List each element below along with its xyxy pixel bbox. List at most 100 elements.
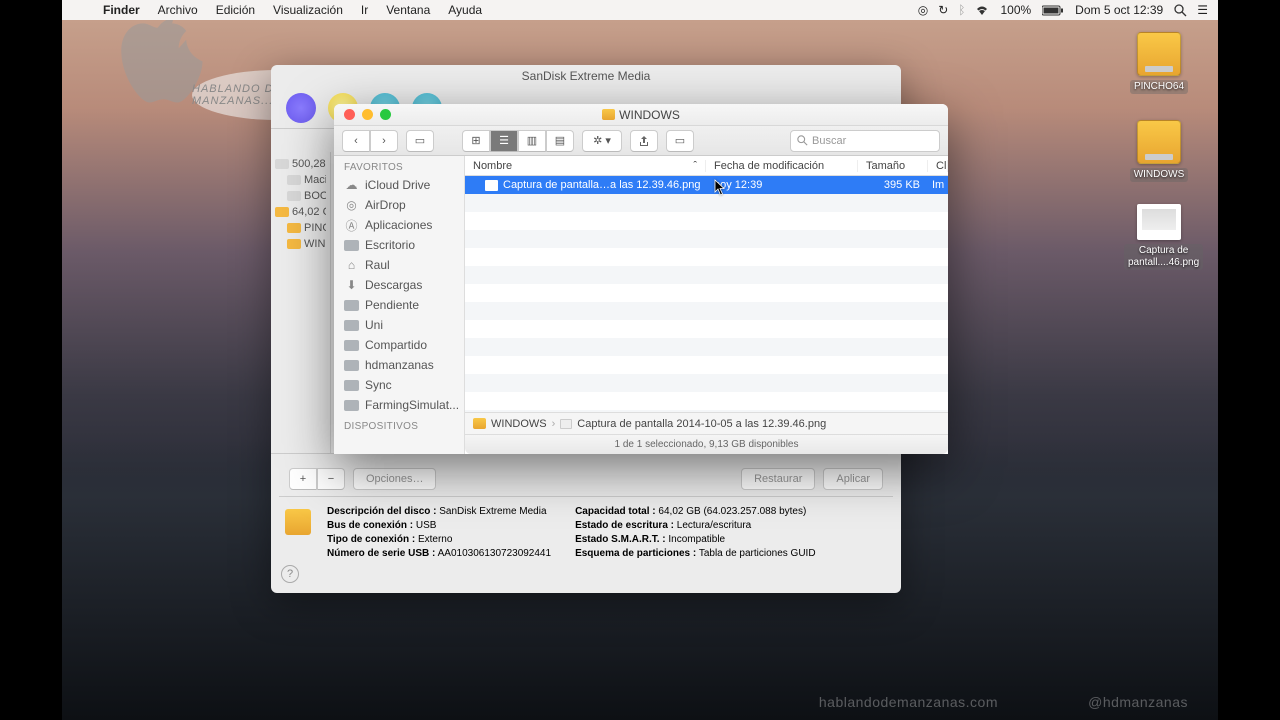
notifications-icon[interactable]: ☰ [1192, 3, 1218, 17]
volume-label: PINCHO64 [1130, 80, 1188, 94]
bg-volume[interactable]: PINCH [275, 220, 326, 236]
menu-ventana[interactable]: Ventana [377, 3, 439, 17]
menu-ir[interactable]: Ir [352, 3, 377, 17]
sidebar-item-folder[interactable]: FarmingSimulat... [334, 395, 464, 415]
sidebar-section-devices: Dispositivos [334, 415, 464, 434]
desktop-volume-windows[interactable]: WINDOWS [1124, 120, 1194, 182]
sidebar-item-folder[interactable]: hdmanzanas [334, 355, 464, 375]
path-bar[interactable]: WINDOWS › Captura de pantalla 2014-10-05… [465, 412, 948, 434]
app-menu[interactable]: Finder [94, 3, 149, 17]
sidebar-item-downloads[interactable]: ⬇Descargas [334, 275, 464, 295]
list-view-button[interactable]: ☰ [490, 130, 518, 152]
volume-label: WINDOWS [1130, 168, 1189, 182]
airdrop-icon: ◎ [344, 199, 359, 212]
zoom-button[interactable] [380, 109, 391, 120]
downloads-icon: ⬇ [344, 279, 359, 292]
search-input[interactable]: Buscar [790, 130, 940, 152]
bg-volume[interactable]: BOOTC [275, 188, 326, 204]
bluetooth-icon[interactable]: ᛒ [953, 3, 970, 17]
finder-window[interactable]: WINDOWS ‹ › ▭ ⊞ ☰ ▥ ▤ ✲ ▾ ▭ Buscar [334, 104, 948, 454]
info-icon[interactable] [286, 93, 316, 123]
desktop-screenshot-file[interactable]: Captura depantall....46.png [1124, 204, 1194, 270]
close-button[interactable] [344, 109, 355, 120]
file-label: Captura depantall....46.png [1124, 244, 1203, 270]
battery-percent[interactable]: 100% [994, 3, 1037, 17]
sidebar-item-folder[interactable]: Pendiente [334, 295, 464, 315]
external-drive-icon [1137, 120, 1181, 164]
menu-ayuda[interactable]: Ayuda [439, 3, 491, 17]
column-header-name[interactable]: Nombreˆ [465, 160, 706, 172]
image-thumbnail-icon [1137, 204, 1181, 240]
column-view-button[interactable]: ▥ [518, 130, 546, 152]
minimize-button[interactable] [362, 109, 373, 120]
sidebar-item-applications[interactable]: ⒶAplicaciones [334, 215, 464, 235]
folder-icon [344, 240, 359, 251]
disk-info-right: Capacidad total : 64,02 GB (64.023.257.0… [575, 505, 816, 561]
folder-icon [344, 360, 359, 371]
external-drive-icon [285, 509, 311, 535]
bg-volume[interactable]: WINDO [275, 236, 326, 252]
path-button[interactable]: ▭ [406, 130, 434, 152]
wifi-icon[interactable] [970, 5, 994, 16]
file-kind: Im [928, 179, 948, 191]
file-list[interactable]: Captura de pantalla…a las 12.39.46.png h… [465, 176, 948, 412]
file-date: hoy 12:39 [706, 179, 858, 191]
sidebar-item-icloud[interactable]: ☁iCloud Drive [334, 175, 464, 195]
back-button[interactable]: ‹ [342, 130, 370, 152]
sidebar-item-desktop[interactable]: Escritorio [334, 235, 464, 255]
restore-button[interactable]: Restaurar [741, 468, 815, 490]
file-name: Captura de pantalla…a las 12.39.46.png [503, 179, 701, 191]
menu-archivo[interactable]: Archivo [149, 3, 207, 17]
folder-icon [344, 300, 359, 311]
file-size: 395 KB [858, 179, 928, 191]
search-icon [797, 135, 808, 146]
menu-edicion[interactable]: Edición [207, 3, 264, 17]
status-tray[interactable]: ◎ [913, 3, 933, 17]
bg-bottom-panel: + − Opciones… Restaurar Aplicar Descripc… [271, 453, 901, 593]
finder-toolbar: ‹ › ▭ ⊞ ☰ ▥ ▤ ✲ ▾ ▭ Buscar [334, 126, 948, 156]
bg-disk-group[interactable]: 500,28 GB [275, 156, 326, 172]
column-header-kind[interactable]: Cl [928, 160, 948, 172]
coverflow-view-button[interactable]: ▤ [546, 130, 574, 152]
finder-sidebar: Favoritos ☁iCloud Drive ◎AirDrop ⒶAplica… [334, 156, 465, 454]
battery-icon[interactable] [1037, 5, 1069, 16]
bg-volume[interactable]: Macint [275, 172, 326, 188]
icon-view-button[interactable]: ⊞ [462, 130, 490, 152]
sidebar-item-folder[interactable]: Sync [334, 375, 464, 395]
share-button[interactable] [630, 130, 658, 152]
column-header-size[interactable]: Tamaño [858, 160, 928, 172]
options-button[interactable]: Opciones… [353, 468, 436, 490]
footer-url: hablandodemanzanas.com [819, 694, 998, 710]
tags-button[interactable]: ▭ [666, 130, 694, 152]
desktop-volume-pincho64[interactable]: PINCHO64 [1124, 32, 1194, 94]
window-controls [334, 109, 391, 120]
finder-titlebar[interactable]: WINDOWS [334, 104, 948, 126]
folder-icon [344, 380, 359, 391]
apply-button[interactable]: Aplicar [823, 468, 883, 490]
bg-window-title: SanDisk Extreme Media [271, 65, 901, 87]
column-header-date[interactable]: Fecha de modificación [706, 160, 858, 172]
sidebar-item-folder[interactable]: Uni [334, 315, 464, 335]
sidebar-item-folder[interactable]: Compartido [334, 335, 464, 355]
volume-icon [473, 418, 486, 429]
clock[interactable]: Dom 5 oct 12:39 [1069, 3, 1169, 17]
file-row-selected[interactable]: Captura de pantalla…a las 12.39.46.png h… [465, 176, 948, 194]
path-segment[interactable]: WINDOWS [491, 418, 547, 430]
menu-visualizacion[interactable]: Visualización [264, 3, 352, 17]
timemachine-icon[interactable]: ↻ [933, 3, 953, 17]
spotlight-icon[interactable] [1169, 4, 1192, 17]
sidebar-item-airdrop[interactable]: ◎AirDrop [334, 195, 464, 215]
help-button[interactable]: ? [281, 565, 299, 583]
sidebar-item-home[interactable]: ⌂Raul [334, 255, 464, 275]
status-bar: 1 de 1 seleccionado, 9,13 GB disponibles [465, 434, 948, 454]
remove-button[interactable]: − [317, 468, 345, 490]
arrange-button[interactable]: ✲ ▾ [582, 130, 622, 152]
desktop: Finder Archivo Edición Visualización Ir … [62, 0, 1218, 720]
path-segment[interactable]: Captura de pantalla 2014-10-05 a las 12.… [577, 418, 826, 430]
sidebar-section-favorites: Favoritos [334, 156, 464, 175]
forward-button[interactable]: › [370, 130, 398, 152]
applications-icon: Ⓐ [344, 219, 359, 232]
disk-info-left: Descripción del disco : SanDisk Extreme … [327, 505, 551, 561]
bg-disk-group[interactable]: 64,02 GB [275, 204, 326, 220]
add-button[interactable]: + [289, 468, 317, 490]
